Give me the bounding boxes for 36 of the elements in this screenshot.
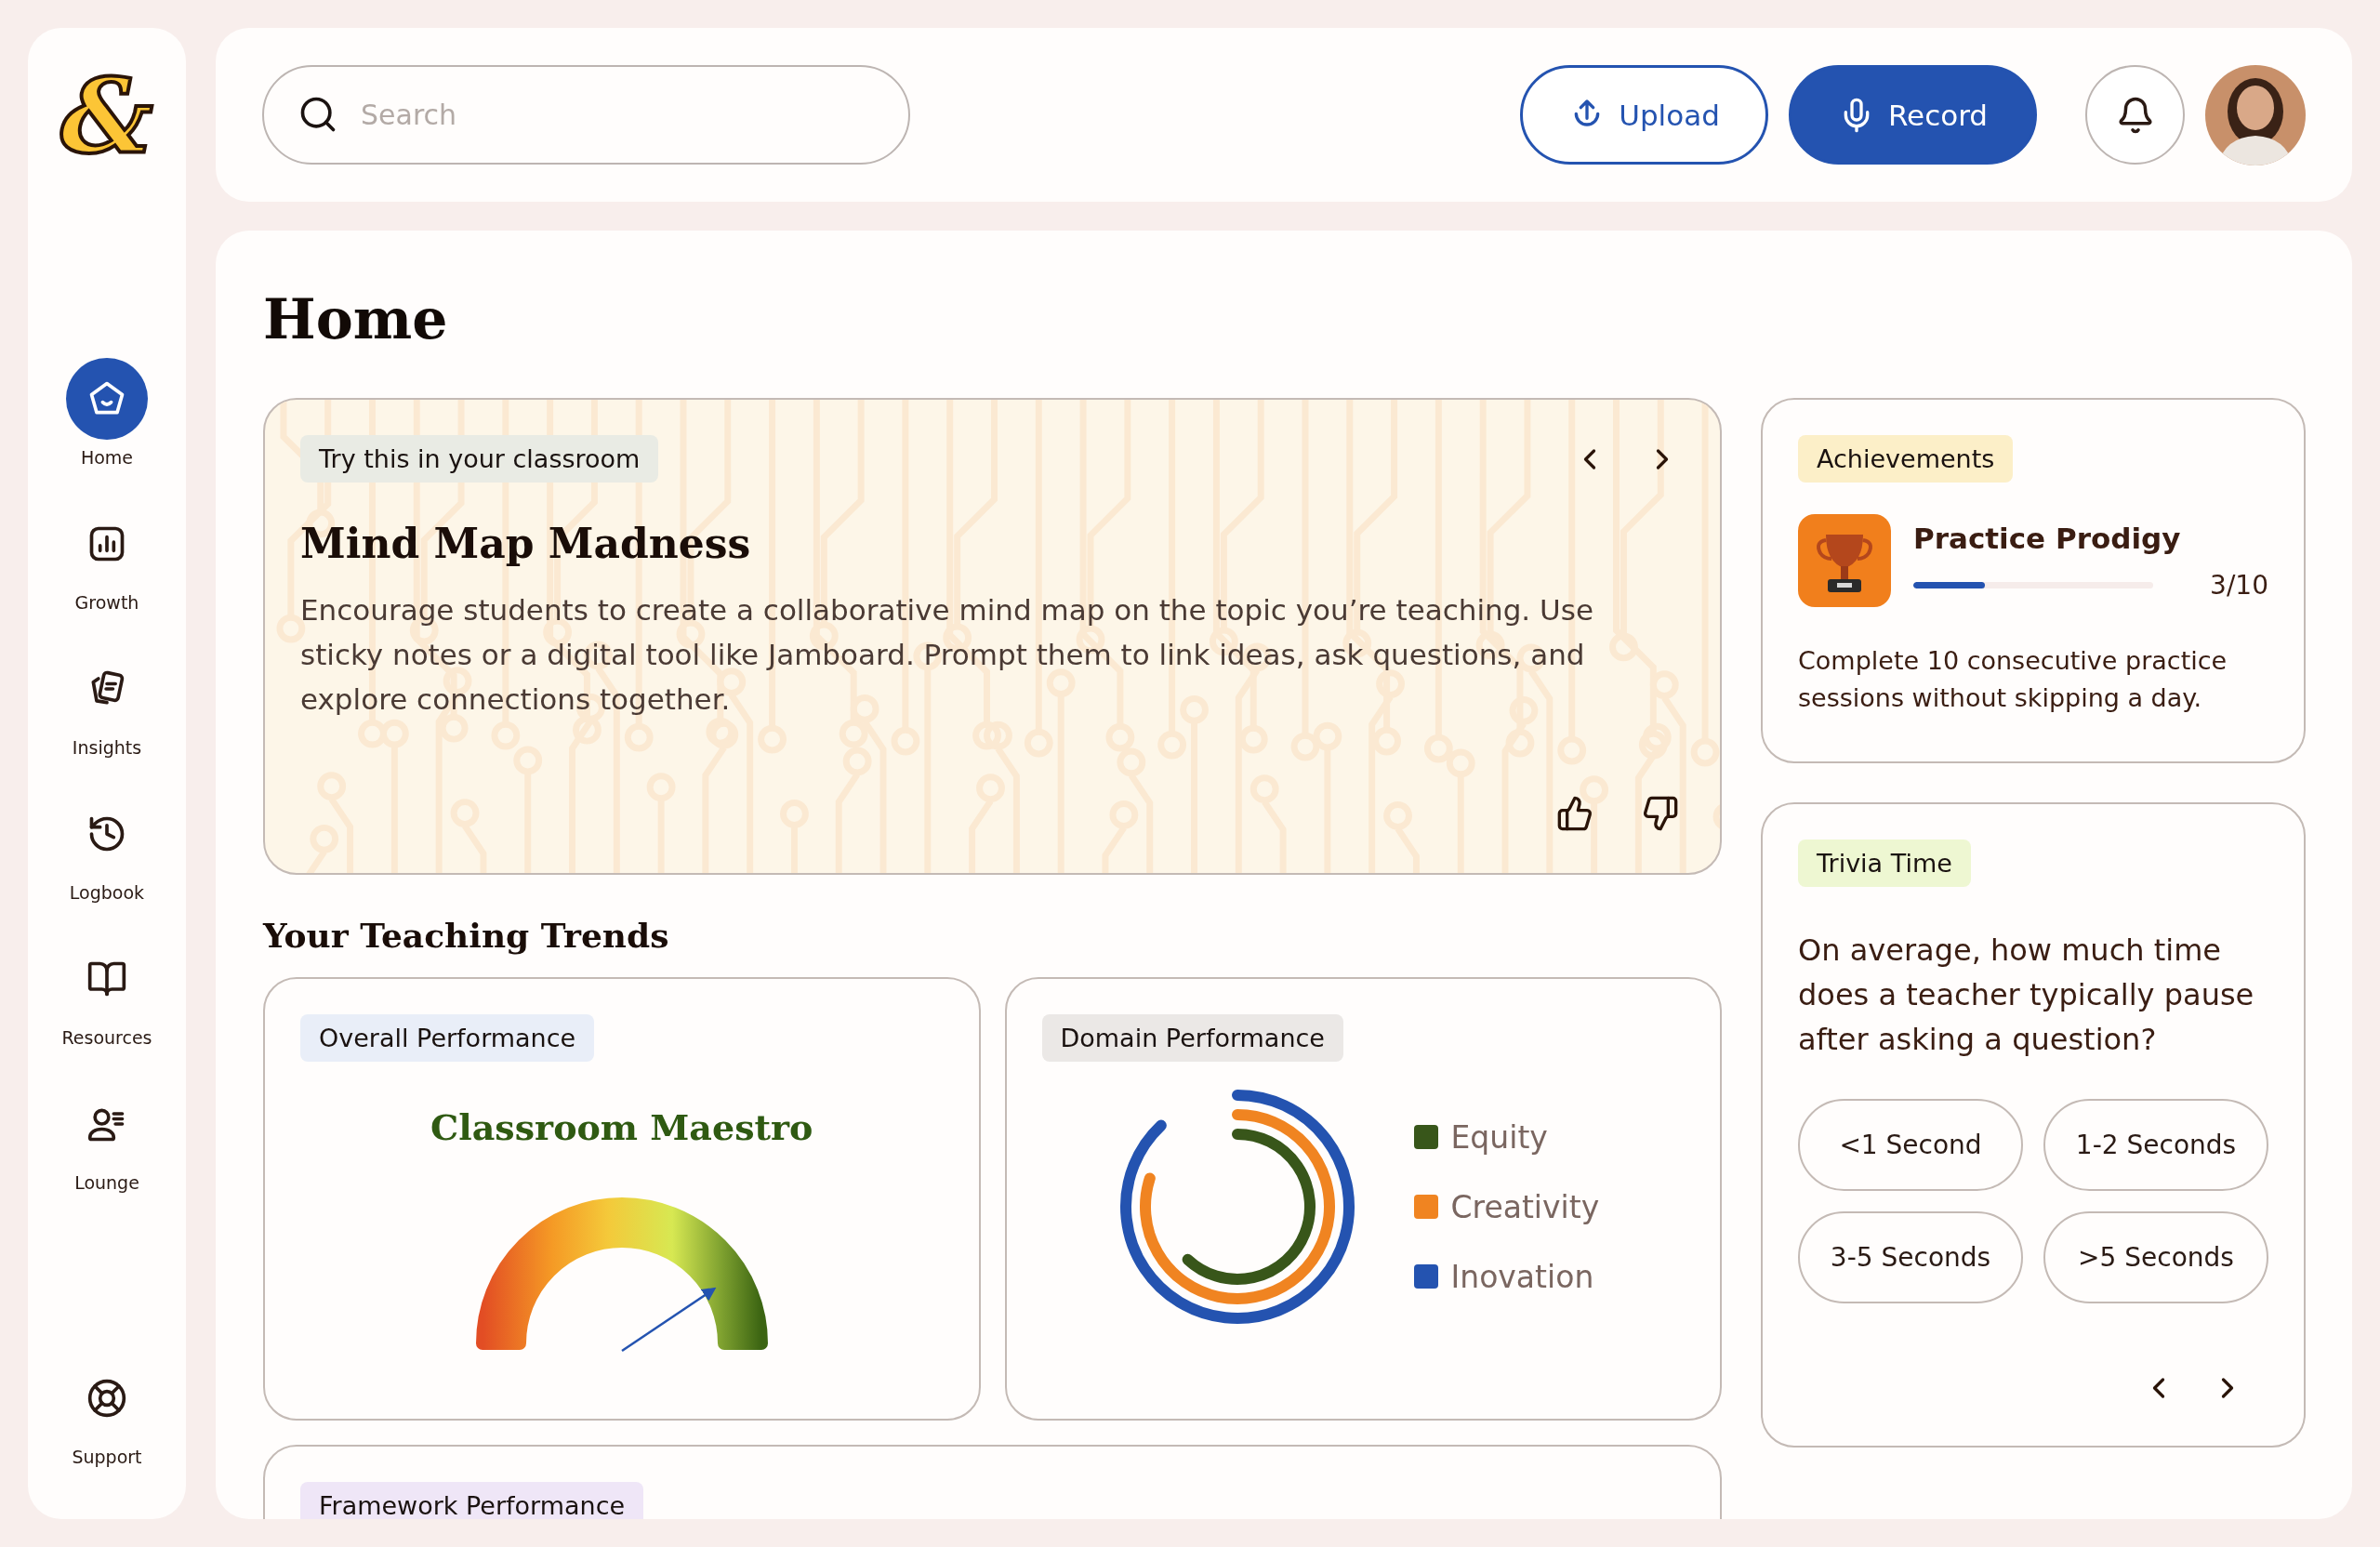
thumbs-down-icon xyxy=(1642,795,1679,832)
answer-option[interactable]: <1 Second xyxy=(1798,1099,2023,1191)
nav-item[interactable]: Support xyxy=(66,1357,148,1467)
legend-label: Inovation xyxy=(1450,1258,1594,1295)
answer-option[interactable]: 3-5 Seconds xyxy=(1798,1211,2023,1303)
answer-option[interactable]: 1-2 Seconds xyxy=(2043,1099,2268,1191)
legend-label: Creativity xyxy=(1450,1188,1600,1225)
trophy-icon xyxy=(1798,514,1891,607)
card-tag: Trivia Time xyxy=(1798,840,1971,887)
progress-count: 3/10 xyxy=(2210,569,2268,601)
record-button[interactable]: Record xyxy=(1789,65,2037,165)
trivia-question: On average, how much time does a teacher typically pause after asking a question? xyxy=(1798,932,2255,1059)
achievement-title: Practice Prodigy xyxy=(1913,521,2182,555)
tip-text: Encourage students to create a collaborative mind map on the topic you’re teaching. Use sticky notes or a digital tool like Jamboard. Prompt them to link ideas, ask questions, and explore connections together. xyxy=(300,592,1594,718)
search-field[interactable]: Search xyxy=(262,65,910,165)
card-tag: Overall Performance xyxy=(300,1014,595,1062)
card-tag: Framework Performance xyxy=(300,1482,644,1519)
tip-tag: Try this in your classroom xyxy=(300,435,659,483)
card-tag: Domain Performance xyxy=(1041,1014,1343,1062)
nav-item[interactable]: Lounge xyxy=(66,1083,148,1193)
tip-title: Mind Map Madness xyxy=(300,520,752,567)
legend-label: Equity xyxy=(1450,1118,1548,1156)
page-title: Home xyxy=(263,288,449,350)
nav-item[interactable]: Insights xyxy=(66,648,148,758)
nav-item[interactable]: Growth xyxy=(66,503,148,613)
achievement-description: Complete 10 consecutive practice sessions without skipping a day. xyxy=(1798,645,2228,714)
lifebuoy-icon xyxy=(86,1378,127,1419)
nav-item[interactable]: Resources xyxy=(61,938,152,1048)
rank-title: Classroom Maestro xyxy=(430,1106,814,1148)
card-tag: Achievements xyxy=(1798,435,2014,483)
thumbs-up-icon xyxy=(1556,795,1593,832)
upload-button[interactable]: Upload xyxy=(1520,65,1768,165)
answer-option[interactable]: >5 Seconds xyxy=(2043,1211,2268,1303)
nav-item[interactable]: Logbook xyxy=(66,793,148,903)
section-title: Your Teaching Trends xyxy=(263,916,670,955)
logo: & xyxy=(60,65,153,167)
